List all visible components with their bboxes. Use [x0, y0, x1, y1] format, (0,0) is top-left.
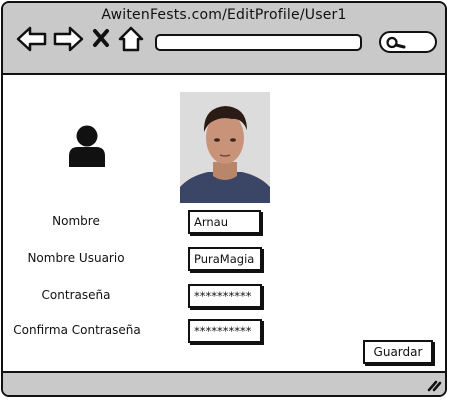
user-icon	[69, 125, 105, 167]
browser-window: AwitenFests.com/EditProfile/User1 Nombre…	[1, 1, 447, 397]
username-field[interactable]: PuraMagia	[188, 247, 262, 271]
label-confirma-contrasena: Confirma Contraseña	[13, 323, 141, 337]
forward-arrow-icon[interactable]	[52, 25, 84, 53]
browser-toolbar: AwitenFests.com/EditProfile/User1	[3, 3, 445, 75]
save-button[interactable]: Guardar	[363, 340, 433, 364]
resize-handle-icon[interactable]	[426, 378, 442, 392]
page-url-title: AwitenFests.com/EditProfile/User1	[101, 7, 347, 23]
search-icon	[386, 36, 406, 49]
profile-photo	[180, 92, 270, 203]
address-bar[interactable]	[155, 34, 362, 51]
password-field[interactable]: **********	[188, 284, 262, 308]
nombre-field[interactable]: Arnau	[188, 210, 261, 234]
label-nombre-usuario: Nombre Usuario	[27, 251, 125, 265]
close-x-icon[interactable]	[92, 28, 110, 48]
confirm-password-field[interactable]: **********	[188, 319, 262, 343]
label-contrasena: Contraseña	[41, 288, 111, 302]
back-arrow-icon[interactable]	[16, 25, 48, 53]
status-bar	[3, 371, 445, 395]
label-nombre: Nombre	[52, 214, 100, 228]
home-icon[interactable]	[118, 25, 144, 53]
search-box[interactable]	[379, 31, 437, 53]
